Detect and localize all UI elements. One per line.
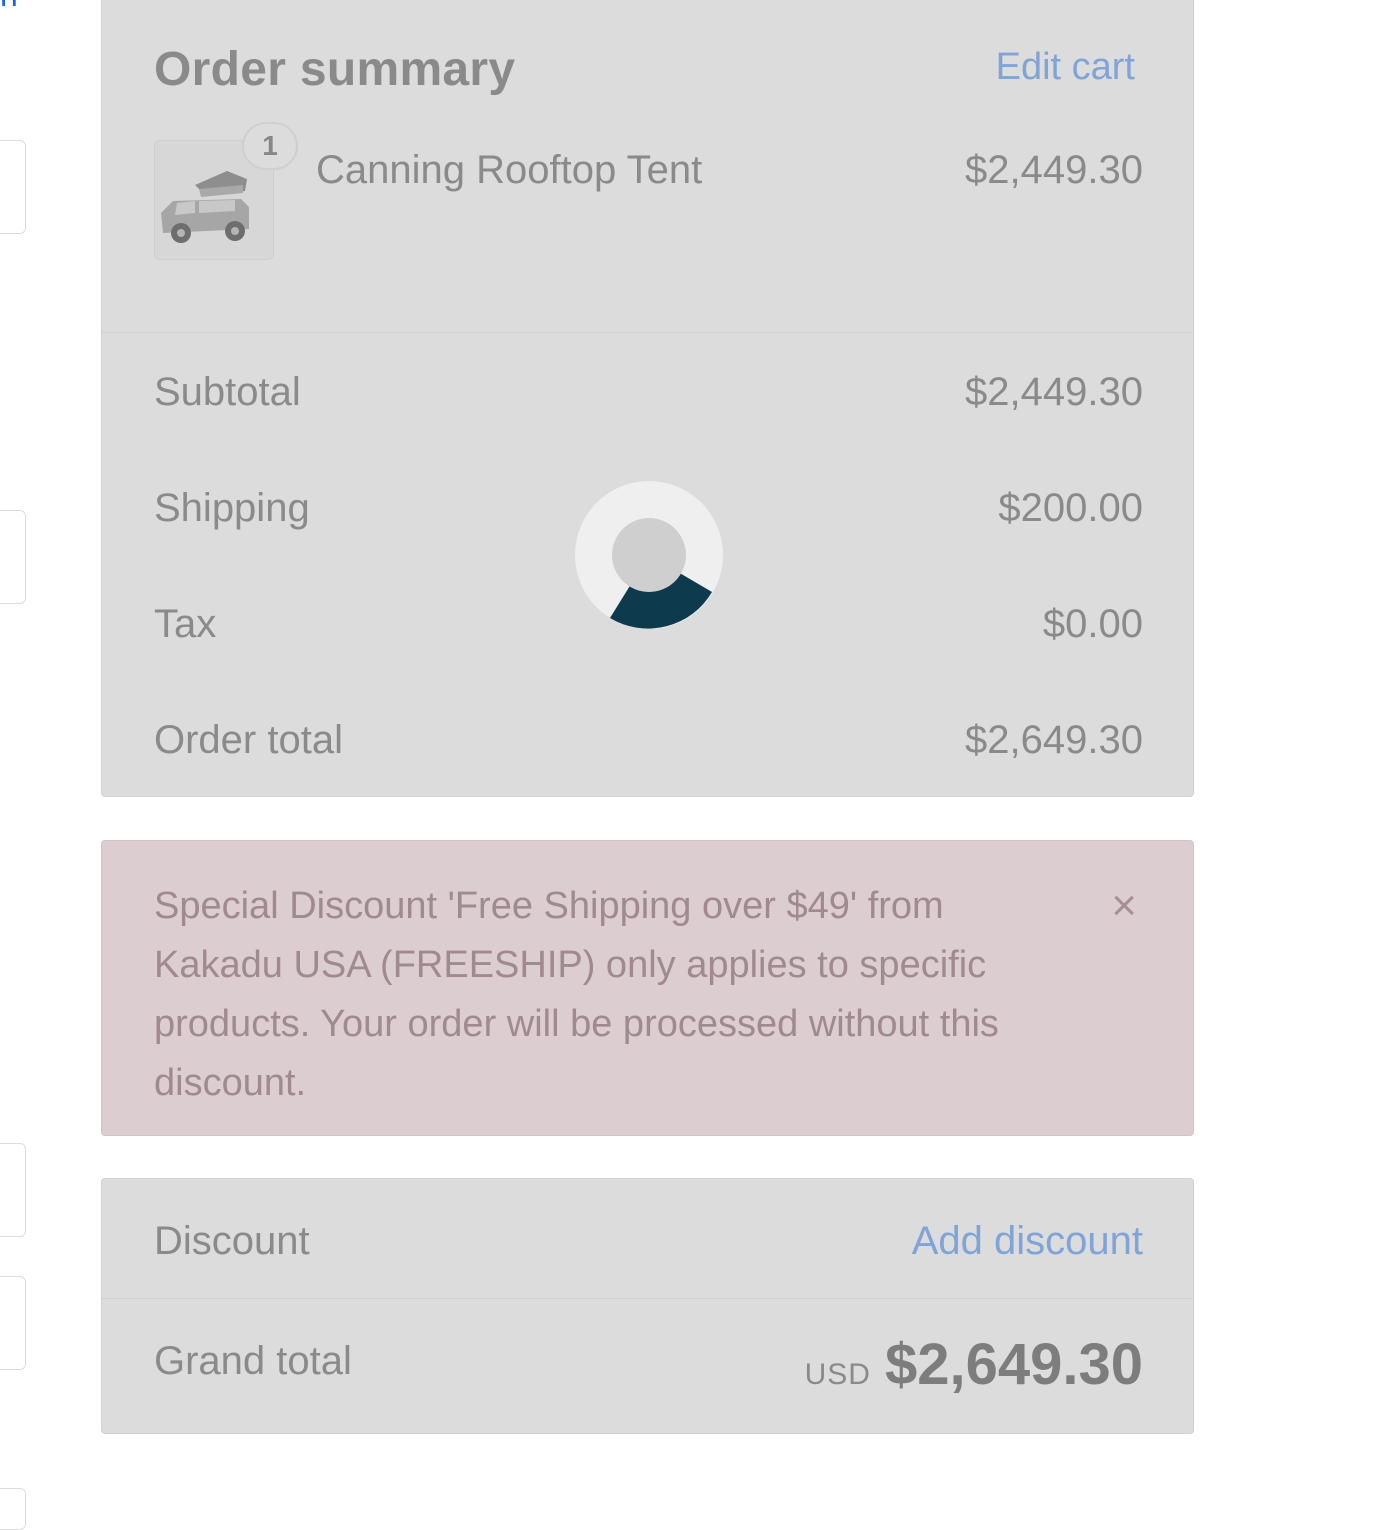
form-field[interactable] [0, 510, 26, 604]
form-field[interactable] [0, 1276, 26, 1370]
totals-panel: Discount Add discount Grand total USD $2,… [101, 1178, 1194, 1434]
subtotal-value: $2,449.30 [965, 370, 1143, 414]
form-field[interactable] [0, 1488, 26, 1530]
edit-cart-link[interactable]: Edit cart [996, 46, 1135, 89]
grand-total-value: USD $2,649.30 [805, 1331, 1143, 1398]
subtotal-label: Subtotal [154, 370, 301, 414]
order-summary-panel: Order summary Edit cart 1 Canning Roofto [101, 0, 1194, 797]
grand-total-amount: $2,649.30 [884, 1332, 1143, 1397]
divider [102, 332, 1193, 333]
product-price: $2,449.30 [965, 148, 1143, 192]
summary-header: Order summary Edit cart [154, 40, 1135, 100]
form-field[interactable] [0, 140, 26, 234]
discount-warning-alert: Special Discount 'Free Shipping over $49… [101, 840, 1194, 1136]
page-title: Order summary [154, 43, 516, 96]
shipping-value: $200.00 [998, 486, 1143, 530]
close-icon[interactable]: × [1111, 881, 1137, 931]
add-discount-link[interactable]: Add discount [912, 1219, 1143, 1264]
loading-spinner-icon [575, 481, 723, 629]
quantity-badge: 1 [242, 122, 298, 170]
divider [102, 1298, 1193, 1299]
subtotal-row: Subtotal $2,449.30 [154, 370, 1143, 420]
tax-value: $0.00 [1042, 602, 1143, 646]
product-name: Canning Rooftop Tent [316, 148, 703, 192]
shipping-label: Shipping [154, 486, 310, 530]
form-field[interactable] [0, 1143, 26, 1237]
alert-message: Special Discount 'Free Shipping over $49… [154, 885, 999, 1104]
order-total-row: Order total $2,649.30 [154, 718, 1143, 768]
cart-line-item: 1 Canning Rooftop Tent $2,449.30 [154, 122, 1143, 262]
discount-label: Discount [154, 1219, 310, 1263]
partial-link[interactable]: n [0, 0, 28, 6]
tax-label: Tax [154, 602, 217, 646]
order-summary: Order summary Edit cart 1 Canning Roofto [101, 0, 1194, 1434]
grand-total-label: Grand total [154, 1339, 352, 1383]
currency-code: USD [804, 1358, 871, 1391]
order-total-label: Order total [154, 718, 343, 762]
order-total-value: $2,649.30 [965, 718, 1143, 762]
